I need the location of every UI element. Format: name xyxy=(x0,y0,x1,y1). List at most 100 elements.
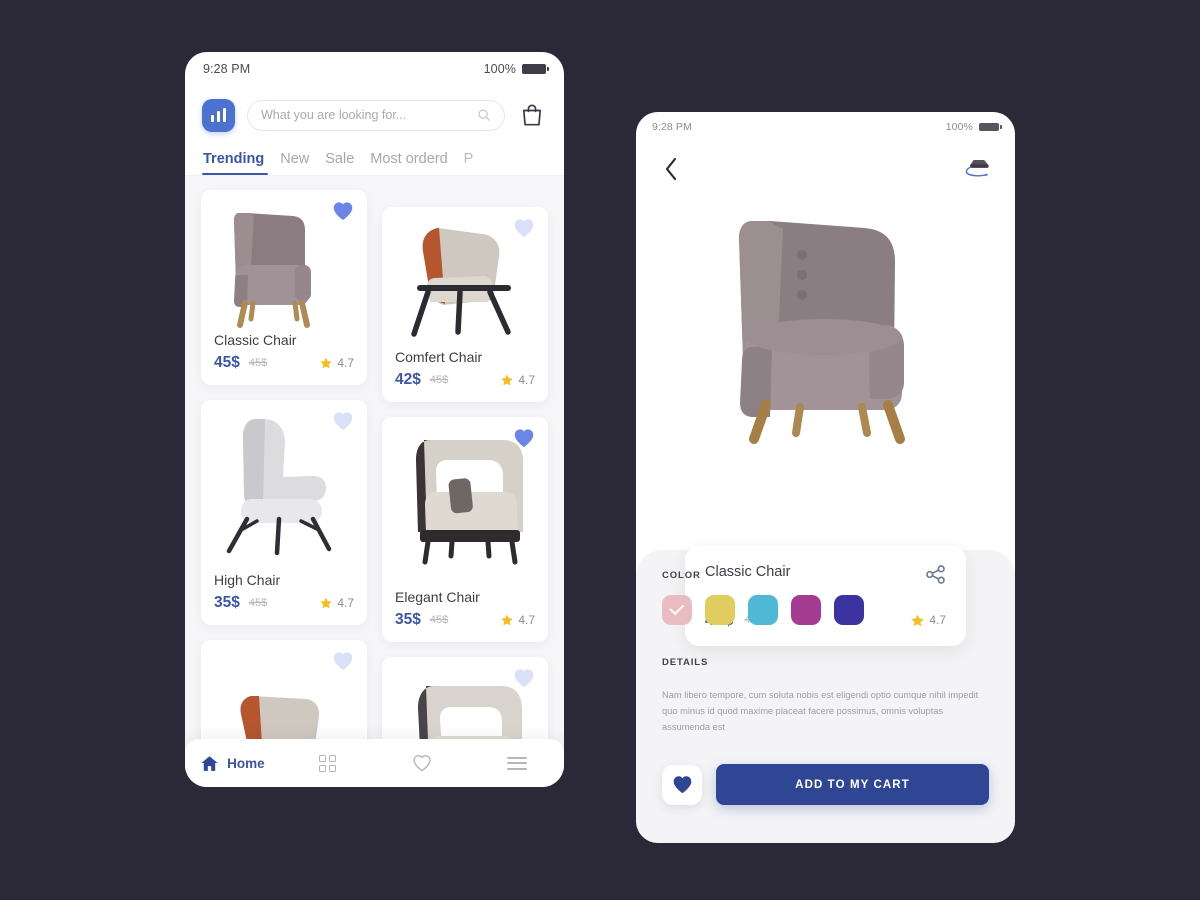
color-swatch-gold[interactable] xyxy=(705,595,735,625)
star-icon xyxy=(320,357,333,369)
product-grid: Classic Chair 45$ 45$ 4.7 High Chair 35$… xyxy=(185,176,564,777)
nav-label-home: Home xyxy=(227,755,265,771)
product-card[interactable]: High Chair 35$ 45$ 4.7 xyxy=(201,400,367,625)
product-price-old: 45$ xyxy=(248,597,268,609)
heart-filled-icon xyxy=(673,776,691,794)
heart-outline-icon xyxy=(514,669,534,688)
battery-full-icon xyxy=(522,64,549,74)
nav-item-home[interactable]: Home xyxy=(185,739,280,787)
favorite-icon[interactable] xyxy=(332,411,354,436)
detail-header xyxy=(636,142,1015,190)
star-icon xyxy=(501,614,514,626)
home-icon xyxy=(201,755,218,771)
star-icon xyxy=(501,374,514,386)
heart-outline-icon xyxy=(333,652,353,671)
product-rating: 4.7 xyxy=(319,356,354,370)
heart-filled-icon xyxy=(333,202,353,221)
product-rating: 4.7 xyxy=(319,596,354,610)
nav-item-categories[interactable] xyxy=(280,739,375,787)
rating-value: 4.7 xyxy=(518,373,535,387)
battery-percent: 100% xyxy=(945,121,973,133)
favorite-icon[interactable] xyxy=(513,218,535,243)
app-header xyxy=(185,86,564,138)
price-row: 35$ 45$ 4.7 xyxy=(214,594,354,612)
product-card[interactable]: Elegant Chair 35$ 45$ 4.7 xyxy=(382,417,548,642)
nav-item-favorites[interactable] xyxy=(375,739,470,787)
tab-sale[interactable]: Sale xyxy=(325,151,370,175)
screenshot-canvas: 9:28 PM 100% What you are looking for...… xyxy=(0,0,1200,900)
product-rating: 4.7 xyxy=(500,373,535,387)
color-swatch-dusty-pink[interactable] xyxy=(662,595,692,625)
product-price-old: 45$ xyxy=(429,374,449,386)
rating-value: 4.7 xyxy=(337,356,354,370)
heart-outline-icon xyxy=(514,219,534,238)
product-info: High Chair 35$ 45$ 4.7 xyxy=(201,570,367,625)
heart-filled-icon xyxy=(514,429,534,448)
product-price: 42$ xyxy=(395,371,421,388)
nav-item-menu[interactable] xyxy=(469,739,564,787)
favorite-icon[interactable] xyxy=(513,668,535,693)
product-price: 35$ xyxy=(214,594,240,611)
bar-chart-logo-icon[interactable] xyxy=(202,98,235,132)
search-input[interactable] xyxy=(261,108,477,122)
color-swatch-sky-blue[interactable] xyxy=(748,595,778,625)
color-section: COLOR xyxy=(636,570,1015,625)
price-row: 42$ 45$ 4.7 xyxy=(395,371,535,389)
search-field-wrapper[interactable] xyxy=(247,99,505,131)
details-body-text: Nam libero tempore, cum soluta nobis est… xyxy=(662,690,979,732)
color-section-label: COLOR xyxy=(662,570,701,581)
view-3d-button[interactable] xyxy=(963,155,993,184)
color-swatch-list xyxy=(662,595,989,625)
status-bar: 9:28 PM 100% xyxy=(185,52,564,86)
product-rating: 4.7 xyxy=(500,613,535,627)
favorite-icon[interactable] xyxy=(332,201,354,226)
grid-column-left: Classic Chair 45$ 45$ 4.7 High Chair 35$… xyxy=(201,190,367,777)
battery-percent: 100% xyxy=(483,62,516,76)
heart-outline-icon xyxy=(333,412,353,431)
rotate-360-view-icon xyxy=(965,159,989,176)
details-section: DETAILS Nam libero tempore, cum soluta n… xyxy=(636,657,1015,736)
star-icon xyxy=(320,597,333,609)
status-time: 9:28 PM xyxy=(203,62,251,76)
tab-most-orderd[interactable]: Most orderd xyxy=(370,151,463,175)
product-price: 35$ xyxy=(395,611,421,628)
favorite-icon[interactable] xyxy=(332,651,354,676)
status-right: 100% xyxy=(483,62,549,76)
back-button[interactable] xyxy=(658,156,684,182)
grid-icon xyxy=(318,754,336,772)
product-name: High Chair xyxy=(214,572,281,588)
product-card[interactable]: Classic Chair 45$ 45$ 4.7 xyxy=(201,190,367,385)
favorite-icon[interactable] xyxy=(513,428,535,453)
add-to-cart-button[interactable]: ADD TO MY CART xyxy=(716,764,989,805)
product-name: Comfert Chair xyxy=(395,349,483,365)
status-time: 9:28 PM xyxy=(652,121,692,133)
tab-trending[interactable]: Trending xyxy=(201,151,280,175)
favorite-button[interactable] xyxy=(662,764,702,805)
color-swatch-magenta[interactable] xyxy=(791,595,821,625)
color-swatch-indigo[interactable] xyxy=(834,595,864,625)
bottom-navigation: Home xyxy=(185,739,564,787)
product-name: Classic Chair xyxy=(214,332,297,348)
product-info: Classic Chair 45$ 45$ 4.7 xyxy=(201,330,367,385)
rating-value: 4.7 xyxy=(518,613,535,627)
tab-clipped[interactable]: P xyxy=(464,151,480,175)
product-info: Comfert Chair 42$ 45$ 4.7 xyxy=(382,347,548,402)
product-grid-scroll[interactable]: Classic Chair 45$ 45$ 4.7 High Chair 35$… xyxy=(185,176,564,787)
detail-action-bar: ADD TO MY CART xyxy=(636,764,1015,805)
product-price-old: 45$ xyxy=(248,357,268,369)
grid-column-right: Comfert Chair 42$ 45$ 4.7 Elegant Chair … xyxy=(382,190,548,777)
tab-new[interactable]: New xyxy=(280,151,325,175)
status-bar: 9:28 PM 100% xyxy=(636,112,1015,142)
menu-icon xyxy=(506,756,527,770)
details-section-label: DETAILS xyxy=(662,657,709,668)
chevron-left-icon xyxy=(665,157,677,181)
detail-screen: 9:28 PM 100% Classic Chair 4.7 COLOR DET… xyxy=(636,112,1015,843)
hero-product-image xyxy=(636,190,1015,452)
product-card[interactable]: Comfert Chair 42$ 45$ 4.7 xyxy=(382,207,548,402)
shopping-bag-icon[interactable] xyxy=(517,100,547,130)
product-info: Elegant Chair 35$ 45$ 4.7 xyxy=(382,587,548,642)
product-name: Elegant Chair xyxy=(395,589,480,605)
product-price-old: 45$ xyxy=(429,614,449,626)
classic-armchair-large xyxy=(738,221,905,444)
category-tabs: Trending New Sale Most orderd P xyxy=(185,138,564,176)
